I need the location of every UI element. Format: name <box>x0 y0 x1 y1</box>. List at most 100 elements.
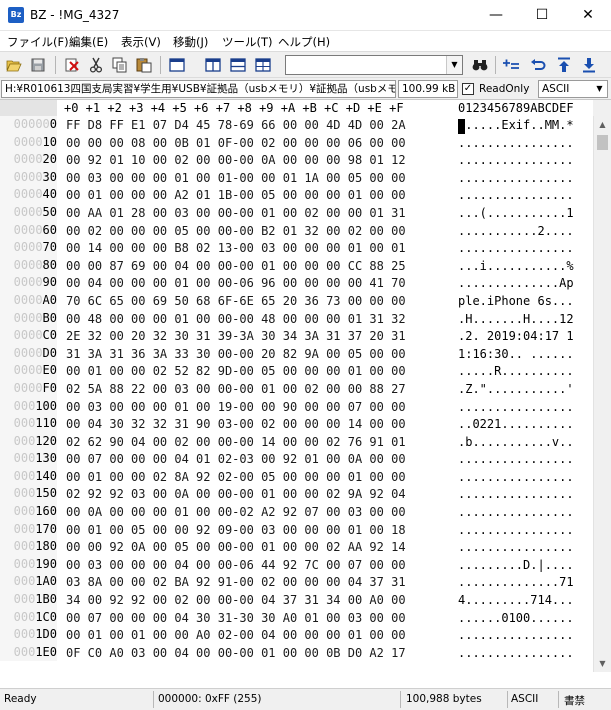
row-ascii[interactable]: 4.........714... <box>458 592 574 608</box>
save-icon[interactable] <box>28 55 48 75</box>
row-hex-bytes[interactable]: 00 14 00 00 00 B8 02 13-00 03 00 00 00 0… <box>66 240 406 256</box>
readonly-checkbox[interactable]: ✓ <box>462 83 474 95</box>
close-button[interactable]: ✕ <box>565 0 611 31</box>
row-hex-bytes[interactable]: 34 00 92 92 00 02 00 00-00 04 37 31 34 0… <box>66 592 406 608</box>
paste-icon[interactable] <box>134 55 154 75</box>
maximize-button[interactable]: ☐ <box>519 0 565 31</box>
view-compare-icon[interactable] <box>253 55 273 75</box>
row-hex-bytes[interactable]: 00 07 00 00 00 04 30 31-30 30 A0 01 00 0… <box>66 610 406 626</box>
file-path-field[interactable]: H:¥R010613四国支局実習¥学生用¥USB¥証拠品（usbメモリ）¥証拠品… <box>1 80 396 98</box>
row-ascii[interactable]: ................ <box>458 451 574 467</box>
scroll-down-arrow-icon[interactable]: ▼ <box>594 655 611 672</box>
cut-icon[interactable] <box>86 55 106 75</box>
row-hex-bytes[interactable]: 00 04 00 00 00 01 00 00-06 96 00 00 00 0… <box>66 275 406 291</box>
row-hex-bytes[interactable]: 00 92 01 10 00 02 00 00-00 0A 00 00 00 9… <box>66 152 406 168</box>
row-hex-bytes[interactable]: 02 62 90 04 00 02 00 00-00 14 00 00 02 7… <box>66 434 406 450</box>
row-ascii[interactable]: ......Exif..MM.* <box>458 117 574 133</box>
row-ascii[interactable]: ................ <box>458 645 574 661</box>
row-ascii[interactable]: ...........2.... <box>458 223 574 239</box>
binoculars-icon[interactable] <box>470 55 490 75</box>
row-ascii[interactable]: ................ <box>458 504 574 520</box>
view-split-horizontal-icon[interactable] <box>228 55 248 75</box>
row-ascii[interactable]: .2. 2019:04:17 1 <box>458 328 574 344</box>
open-icon[interactable] <box>4 55 24 75</box>
row-ascii[interactable]: .....R.......... <box>458 363 574 379</box>
copy-icon[interactable] <box>110 55 130 75</box>
row-offset-prefix: 0000 <box>13 187 43 202</box>
row-ascii[interactable]: ................ <box>458 170 574 186</box>
row-hex-bytes[interactable]: 0F C0 A0 03 00 04 00 00-00 01 00 00 0B D… <box>66 645 406 661</box>
scroll-up-arrow-icon[interactable]: ▲ <box>594 116 611 133</box>
chevron-down-icon[interactable]: ▼ <box>446 56 462 74</box>
row-hex-bytes[interactable]: 00 00 92 0A 00 05 00 00-00 01 00 00 02 A… <box>66 539 406 555</box>
row-ascii[interactable]: ................ <box>458 522 574 538</box>
search-combo[interactable]: ▼ <box>285 55 463 75</box>
row-ascii[interactable]: ................ <box>458 135 574 151</box>
row-hex-bytes[interactable]: 00 0A 00 00 00 01 00 00-02 A2 92 07 00 0… <box>66 504 406 520</box>
row-hex-bytes[interactable]: 00 00 00 08 00 0B 01 0F-00 02 00 00 00 0… <box>66 135 406 151</box>
chevron-down-icon[interactable]: ▼ <box>593 81 606 97</box>
row-ascii[interactable]: ..0221.......... <box>458 416 574 432</box>
row-ascii[interactable]: .Z."...........' <box>458 381 574 397</box>
row-ascii[interactable]: ................ <box>458 469 574 485</box>
view-single-icon[interactable] <box>167 55 187 75</box>
row-hex-bytes[interactable]: 00 01 00 01 00 00 A0 02-00 04 00 00 00 0… <box>66 627 406 643</box>
minimize-button[interactable]: — <box>473 0 519 31</box>
row-hex-bytes[interactable]: 00 01 00 05 00 00 92 09-00 03 00 00 00 0… <box>66 522 406 538</box>
row-ascii[interactable]: ......0100...... <box>458 610 574 626</box>
row-ascii[interactable]: .........D.|.... <box>458 557 574 573</box>
row-ascii[interactable]: ................ <box>458 486 574 502</box>
row-hex-bytes[interactable]: 2E 32 00 20 32 30 31 39-3A 30 34 3A 31 3… <box>66 328 406 344</box>
menu-view[interactable]: 表示(V) <box>121 34 161 50</box>
row-hex-bytes[interactable]: 70 6C 65 00 69 50 68 6F-6E 65 20 36 73 0… <box>66 293 406 309</box>
jump-bottom-icon[interactable] <box>579 55 599 75</box>
menu-edit[interactable]: 編集(E) <box>69 34 108 50</box>
return-icon[interactable] <box>528 55 548 75</box>
row-hex-bytes[interactable]: 03 8A 00 00 02 BA 92 91-00 02 00 00 00 0… <box>66 574 406 590</box>
view-split-vertical-icon[interactable] <box>203 55 223 75</box>
row-hex-bytes[interactable]: 00 04 30 32 32 31 90 03-00 02 00 00 00 1… <box>66 416 406 432</box>
row-ascii[interactable]: 1:16:30.. ...... <box>458 346 574 362</box>
row-hex-bytes[interactable]: 00 AA 01 28 00 03 00 00-00 01 00 02 00 0… <box>66 205 406 221</box>
row-hex-bytes[interactable]: 00 48 00 00 00 01 00 00-00 48 00 00 00 0… <box>66 311 406 327</box>
menu-file[interactable]: ファイル(F) <box>7 34 69 50</box>
row-ascii[interactable]: ................ <box>458 539 574 555</box>
row-hex-bytes[interactable]: 00 00 87 69 00 04 00 00-00 01 00 00 00 C… <box>66 258 406 274</box>
row-hex-bytes[interactable]: 00 03 00 00 00 01 00 19-00 00 90 00 00 0… <box>66 399 406 415</box>
row-offset-prefix: 0000 <box>13 134 43 149</box>
row-ascii[interactable]: ................ <box>458 240 574 256</box>
scrollbar-thumb[interactable] <box>597 135 608 150</box>
row-hex-bytes[interactable]: 00 03 00 00 00 04 00 00-06 44 92 7C 00 0… <box>66 557 406 573</box>
row-ascii[interactable]: ple.iPhone 6s... <box>458 293 574 309</box>
row-ascii[interactable]: ..............71 <box>458 574 574 590</box>
encoding-select[interactable]: ASCII ▼ <box>538 80 608 98</box>
row-ascii[interactable]: .H.......H....12 <box>458 311 574 327</box>
row-hex-bytes[interactable]: 00 01 00 00 00 A2 01 1B-00 05 00 00 00 0… <box>66 187 406 203</box>
row-hex-bytes[interactable]: FF D8 FF E1 07 D4 45 78-69 66 00 00 4D 4… <box>66 117 406 133</box>
row-ascii[interactable]: .b...........v.. <box>458 434 574 450</box>
row-hex-bytes[interactable]: 02 92 92 03 00 0A 00 00-00 01 00 00 02 9… <box>66 486 406 502</box>
row-ascii[interactable]: ...i...........% <box>458 258 574 274</box>
hex-view[interactable]: +0 +1 +2 +3 +4 +5 +6 +7 +8 +9 +A +B +C +… <box>0 100 593 672</box>
row-hex-bytes[interactable]: 02 5A 88 22 00 03 00 00-00 01 00 02 00 0… <box>66 381 406 397</box>
row-ascii[interactable]: ................ <box>458 187 574 203</box>
row-ascii[interactable]: ..............Ap <box>458 275 574 291</box>
row-hex-bytes[interactable]: 00 02 00 00 00 05 00 00-00 B2 01 32 00 0… <box>66 223 406 239</box>
menu-tools[interactable]: ツール(T) <box>222 34 273 50</box>
row-ascii[interactable]: ................ <box>458 627 574 643</box>
row-hex-bytes[interactable]: 00 07 00 00 00 04 01 02-03 00 92 01 00 0… <box>66 451 406 467</box>
row-hex-bytes[interactable]: 00 01 00 00 02 52 82 9D-00 05 00 00 00 0… <box>66 363 406 379</box>
vertical-scrollbar[interactable]: ▲ ▼ <box>593 116 611 672</box>
offset-header-cell <box>0 100 57 116</box>
row-ascii[interactable]: ................ <box>458 399 574 415</box>
row-hex-bytes[interactable]: 00 03 00 00 00 01 00 01-00 00 01 1A 00 0… <box>66 170 406 186</box>
row-ascii[interactable]: ...(...........1 <box>458 205 574 221</box>
row-hex-bytes[interactable]: 31 3A 31 36 3A 33 30 00-00 20 82 9A 00 0… <box>66 346 406 362</box>
jump-top-icon[interactable] <box>554 55 574 75</box>
row-ascii[interactable]: ................ <box>458 152 574 168</box>
row-hex-bytes[interactable]: 00 01 00 00 02 8A 92 02-00 05 00 00 00 0… <box>66 469 406 485</box>
add-bookmark-icon[interactable] <box>501 55 521 75</box>
menu-help[interactable]: ヘルプ(H) <box>278 34 330 50</box>
menu-jump[interactable]: 移動(J) <box>173 34 208 50</box>
delete-icon[interactable] <box>62 55 82 75</box>
